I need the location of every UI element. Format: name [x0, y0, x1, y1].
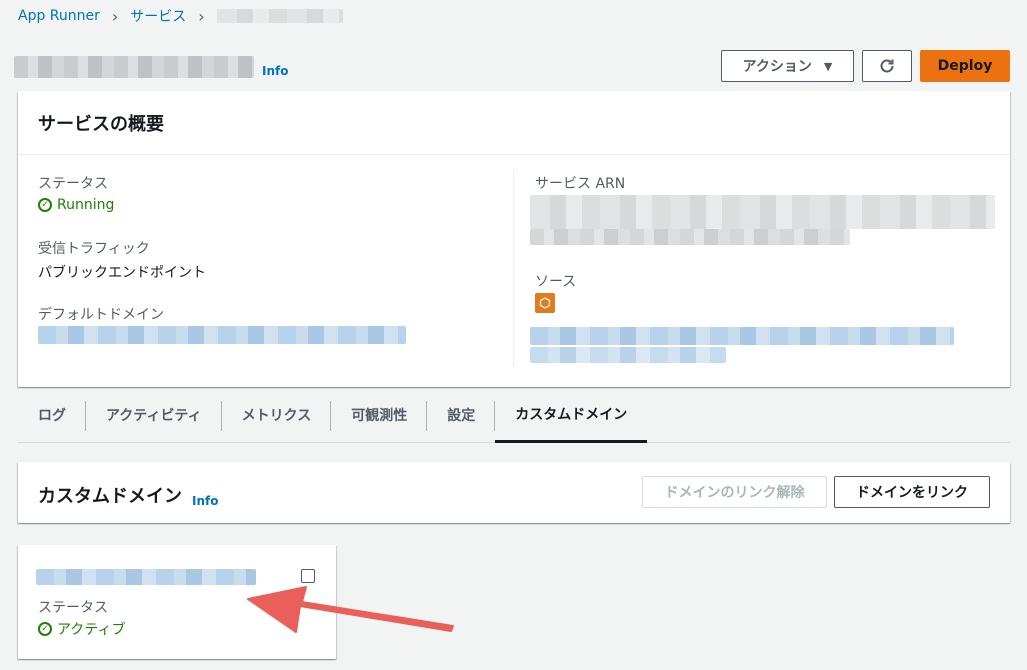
breadcrumb-app-runner[interactable]: App Runner — [18, 8, 100, 24]
source-repository-link-redacted[interactable] — [530, 327, 954, 345]
check-circle-icon: ✓ — [38, 622, 52, 636]
tab-label: メトリクス — [241, 408, 312, 424]
traffic-label: 受信トラフィック — [38, 241, 150, 257]
domain-card[interactable]: ステータス ✓ アクティブ — [18, 545, 336, 659]
chevron-right-icon: › — [198, 6, 205, 26]
card-status-value: アクティブ — [57, 622, 126, 638]
deploy-button[interactable]: Deploy — [920, 50, 1010, 82]
service-arn-redacted-line2 — [530, 229, 850, 245]
service-arn-redacted — [530, 195, 995, 229]
tab-label: 可観測性 — [351, 408, 408, 424]
tab-metrics[interactable]: メトリクス — [222, 395, 332, 435]
tab-label: 設定 — [447, 408, 476, 424]
custom-domains-title: カスタムドメイン — [38, 486, 182, 507]
breadcrumb: App Runner › サービス › — [18, 6, 343, 26]
custom-domains-panel: カスタムドメイン Info ドメインのリンク解除 ドメインをリンク — [18, 462, 1010, 523]
actions-dropdown-button[interactable]: アクション ▼ — [721, 50, 854, 82]
tab-observability[interactable]: 可観測性 — [331, 395, 428, 435]
info-link[interactable]: Info — [192, 494, 218, 508]
link-domain-button[interactable]: ドメインをリンク — [834, 476, 990, 508]
refresh-button[interactable] — [862, 50, 912, 82]
tab-logs[interactable]: ログ — [18, 395, 86, 435]
check-circle-icon: ✓ — [38, 198, 52, 212]
status-label: ステータス — [38, 176, 108, 192]
ecr-repository-icon — [535, 293, 555, 313]
service-tabs: ログ アクティビティ メトリクス 可観測性 設定 カスタムドメイン — [18, 395, 1010, 443]
card-status-label: ステータス — [38, 600, 108, 616]
service-arn-label: サービス ARN — [535, 176, 626, 192]
service-name-redacted — [14, 56, 254, 78]
breadcrumb-services[interactable]: サービス — [130, 6, 186, 26]
info-link[interactable]: Info — [262, 64, 288, 78]
status-value: Running — [57, 197, 115, 213]
tab-custom-domains[interactable]: カスタムドメイン — [495, 395, 648, 443]
caret-down-icon: ▼ — [823, 59, 833, 73]
custom-domain-name-redacted[interactable] — [36, 569, 256, 585]
source-label: ソース — [535, 274, 577, 290]
source-repository-link-redacted-line2[interactable] — [530, 347, 726, 363]
breadcrumb-service-name-redacted — [216, 9, 343, 23]
service-overview-panel: サービスの概要 ステータス ✓ Running 受信トラフィック パブリックエン… — [18, 91, 1010, 387]
column-divider — [513, 171, 514, 367]
overview-title: サービスの概要 — [18, 91, 1010, 155]
status-running: ✓ Running — [38, 197, 114, 213]
card-status-active: ✓ アクティブ — [38, 619, 125, 639]
chevron-right-icon: › — [111, 6, 119, 26]
tab-label: アクティビティ — [106, 408, 202, 424]
actions-label: アクション — [742, 59, 812, 75]
custom-domains-heading: カスタムドメイン Info — [38, 482, 218, 508]
page-title: Info — [14, 56, 288, 78]
unlink-domain-button[interactable]: ドメインのリンク解除 — [642, 476, 827, 508]
domain-select-checkbox[interactable] — [301, 569, 315, 583]
tab-label: カスタムドメイン — [515, 406, 628, 423]
default-domain-link-redacted[interactable] — [38, 326, 406, 344]
traffic-value: パブリックエンドポイント — [38, 265, 206, 281]
tab-settings[interactable]: 設定 — [427, 395, 496, 435]
refresh-icon — [880, 59, 894, 73]
tab-label: ログ — [38, 408, 66, 424]
tab-activity[interactable]: アクティビティ — [86, 395, 222, 435]
default-domain-label: デフォルトドメイン — [38, 307, 164, 323]
